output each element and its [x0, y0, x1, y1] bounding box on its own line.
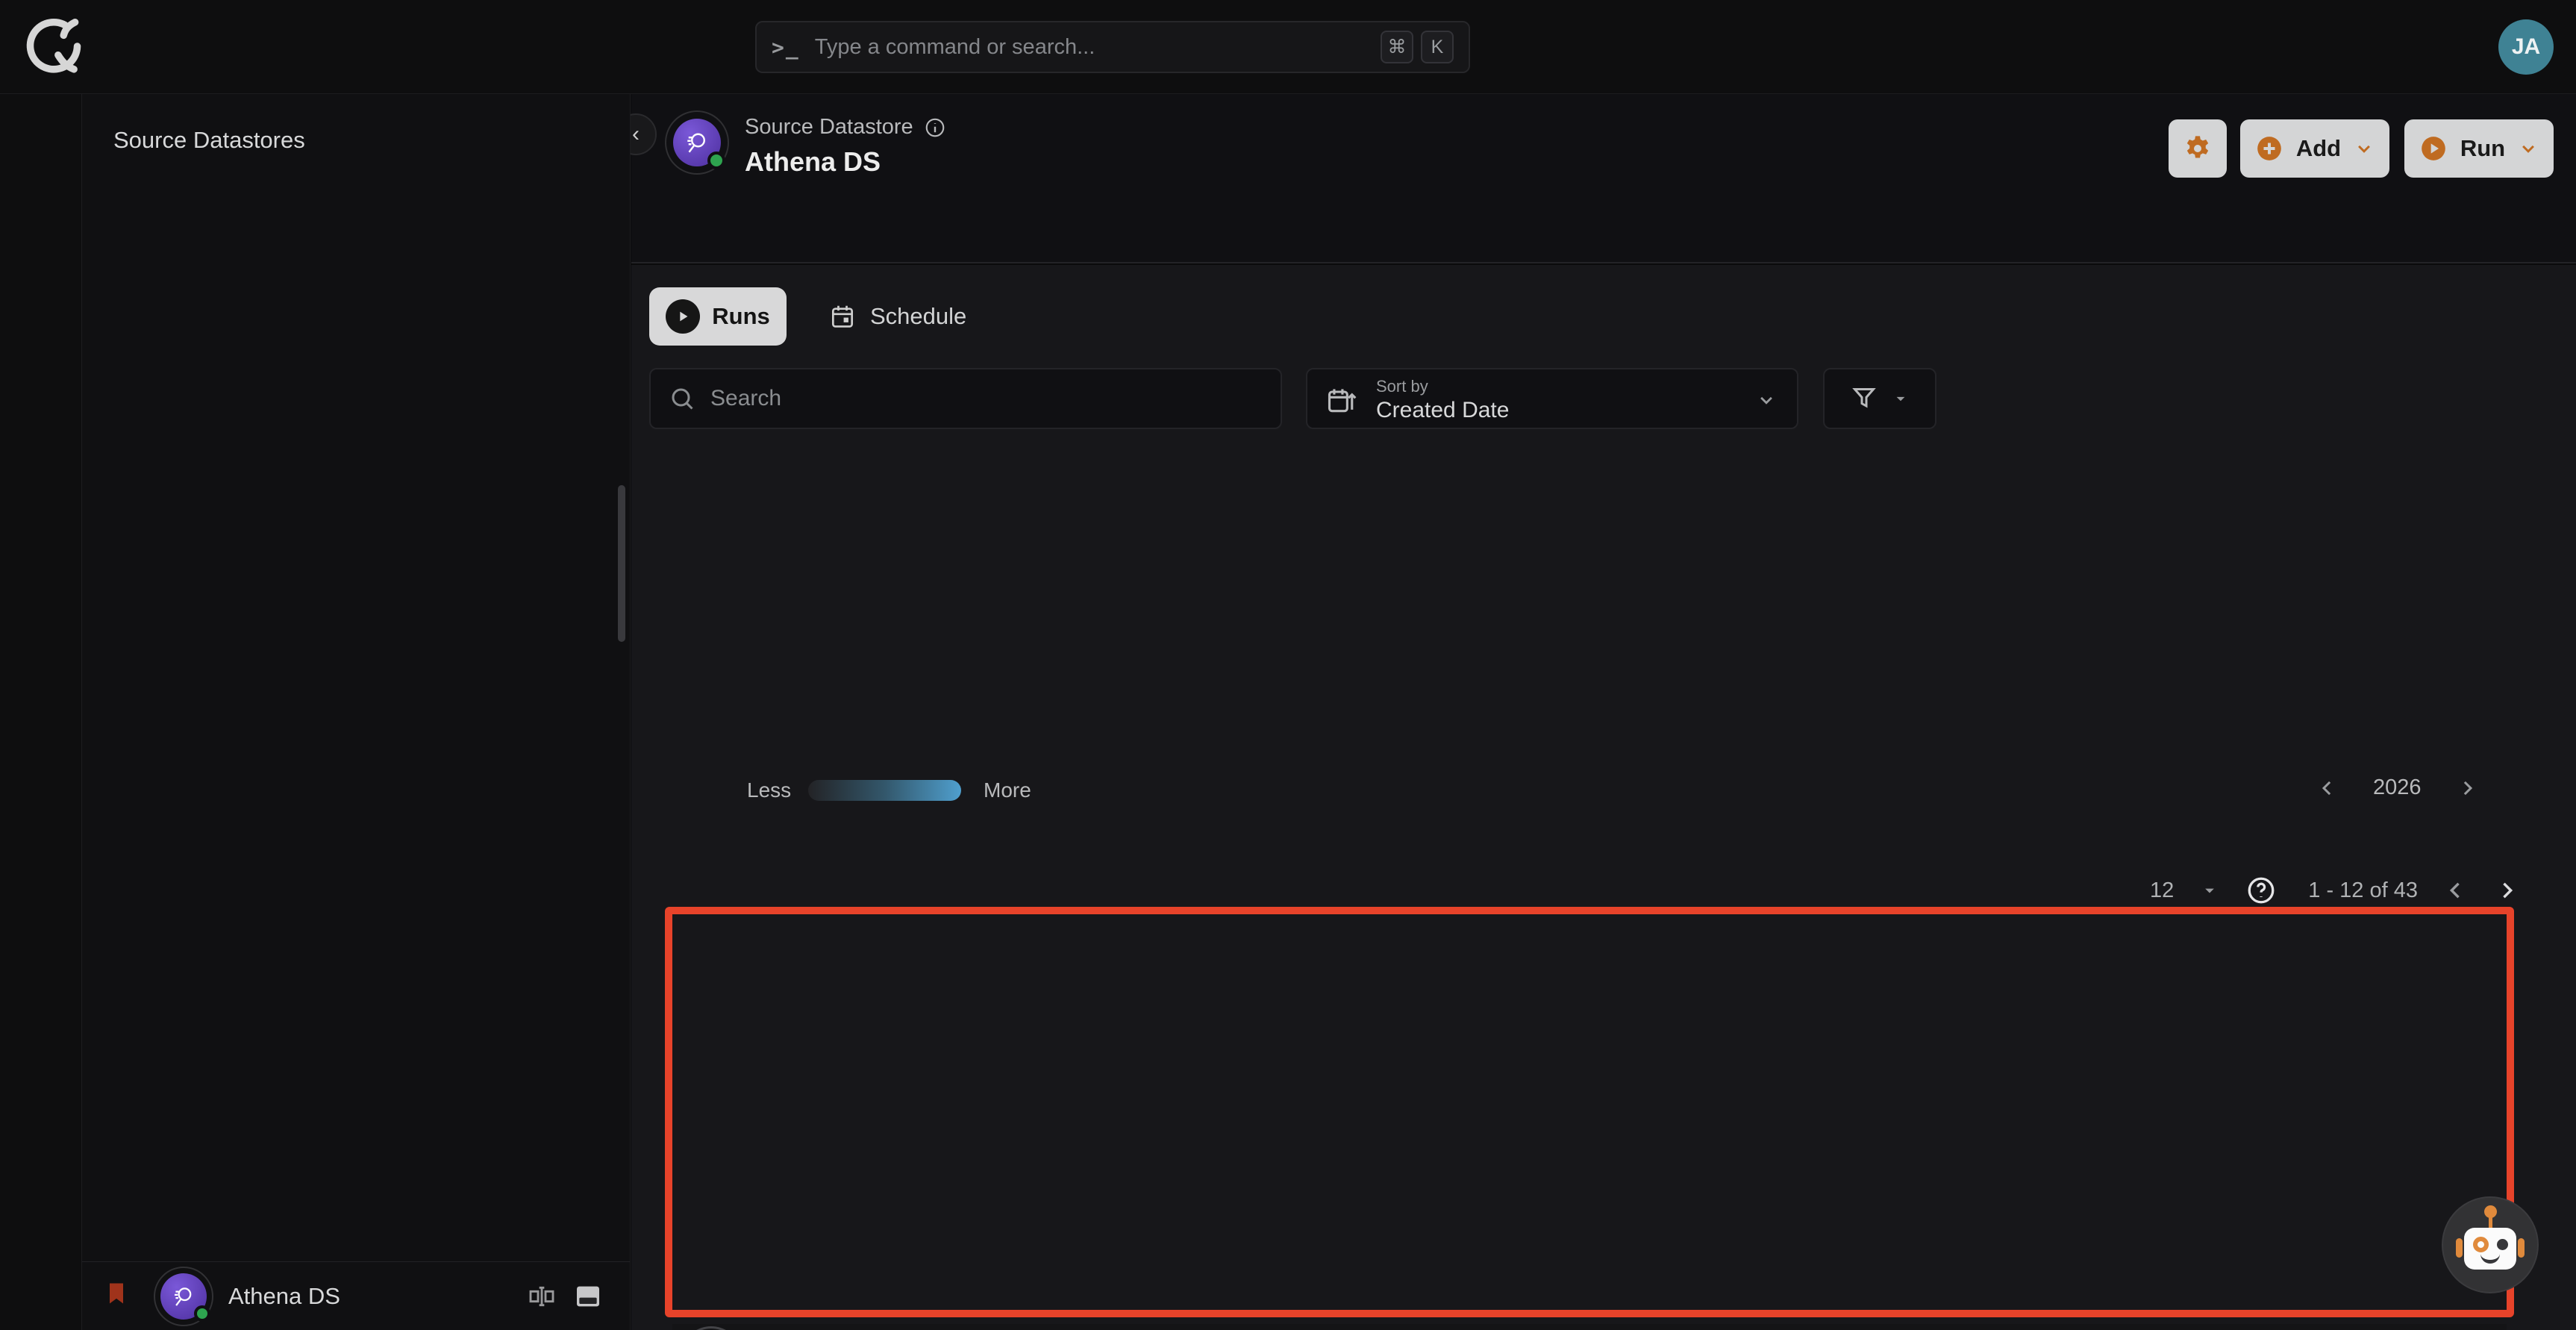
- toggle-schedule[interactable]: Schedule: [813, 287, 981, 346]
- highlight-rectangle: [665, 907, 2514, 1317]
- pagination: 12 1 - 12 of 43: [2150, 871, 2519, 910]
- panel-icon[interactable]: [573, 1281, 603, 1311]
- sidebar-title: Source Datastores: [113, 127, 305, 154]
- pagination-range: 1 - 12 of 43: [2308, 878, 2418, 903]
- sidebar-footer[interactable]: Athena DS: [82, 1261, 630, 1330]
- calendar-icon: [828, 302, 857, 331]
- activity-content: Runs Schedule Search Sort by Created Dat…: [631, 265, 2576, 1330]
- help-icon[interactable]: [2245, 875, 2277, 906]
- info-icon[interactable]: [924, 116, 946, 139]
- main-panel: Source Datastore Athena DS Add Run Runs …: [631, 94, 2576, 1330]
- command-palette-input[interactable]: >_ Type a command or search... ⌘ K: [755, 21, 1470, 73]
- footer-datastore-name: Athena DS: [228, 1283, 340, 1310]
- next-page-icon[interactable]: [2494, 878, 2519, 903]
- heatmap-legend: Less More 2026: [631, 774, 2576, 807]
- runs-search-input[interactable]: Search: [649, 368, 1282, 429]
- year-navigator: 2026: [2316, 775, 2478, 800]
- assistant-chat-button[interactable]: [2443, 1198, 2537, 1292]
- partial-next-row: [672, 1324, 2507, 1330]
- add-button[interactable]: Add: [2240, 119, 2389, 178]
- terminal-prompt-icon: >_: [772, 35, 800, 60]
- sort-dropdown[interactable]: Sort by Created Date: [1306, 368, 1798, 429]
- legend-gradient: [808, 780, 961, 801]
- qualytics-logo: [21, 13, 87, 79]
- next-year-icon[interactable]: [2456, 777, 2478, 799]
- caret-down-icon[interactable]: [2199, 880, 2220, 901]
- prev-page-icon[interactable]: [2443, 878, 2469, 903]
- user-avatar[interactable]: JA: [2498, 19, 2554, 75]
- topbar: >_ Type a command or search... ⌘ K JA: [0, 0, 2576, 94]
- run-button[interactable]: Run: [2404, 119, 2554, 178]
- status-dot: [194, 1305, 210, 1322]
- bookmark-icon: [103, 1280, 130, 1307]
- cmd-key-badge: ⌘: [1381, 31, 1413, 63]
- sidebar-datastores: Source Datastores Athena DS: [82, 94, 631, 1330]
- status-dot: [707, 152, 725, 169]
- chevron-down-icon: [2517, 137, 2539, 160]
- rename-icon[interactable]: [527, 1281, 557, 1311]
- page-title: Athena DS: [745, 146, 881, 178]
- datastore-avatar: [154, 1267, 213, 1326]
- prev-year-icon[interactable]: [2316, 777, 2339, 799]
- robot-q-eye: [2473, 1237, 2489, 1252]
- toggle-runs[interactable]: Runs: [649, 287, 787, 346]
- nav-rail: [0, 94, 82, 1330]
- datastore-tree: [82, 94, 630, 1261]
- search-icon: [669, 385, 695, 412]
- k-key-badge: K: [1421, 31, 1454, 63]
- sort-calendar-icon: [1325, 384, 1358, 416]
- chevron-down-icon: [2353, 137, 2375, 160]
- datastore-header: Source Datastore Athena DS Add Run: [631, 94, 2576, 263]
- datastore-avatar-large: [665, 110, 729, 175]
- breadcrumb: Source Datastore: [745, 115, 946, 140]
- plus-circle-icon: [2254, 134, 2284, 163]
- funnel-icon: [1849, 384, 1879, 413]
- caret-down-icon: [1891, 389, 1910, 408]
- filter-button[interactable]: [1823, 368, 1936, 429]
- page-size-value[interactable]: 12: [2150, 878, 2174, 903]
- chevron-down-icon: [1755, 389, 1778, 411]
- command-placeholder: Type a command or search...: [815, 35, 1373, 60]
- play-circle-icon: [2419, 134, 2448, 163]
- settings-button[interactable]: [2169, 119, 2227, 178]
- gear-icon: [2183, 134, 2213, 163]
- sidebar-scrollbar[interactable]: [618, 485, 625, 642]
- year-label: 2026: [2373, 775, 2422, 800]
- play-icon: [666, 299, 700, 334]
